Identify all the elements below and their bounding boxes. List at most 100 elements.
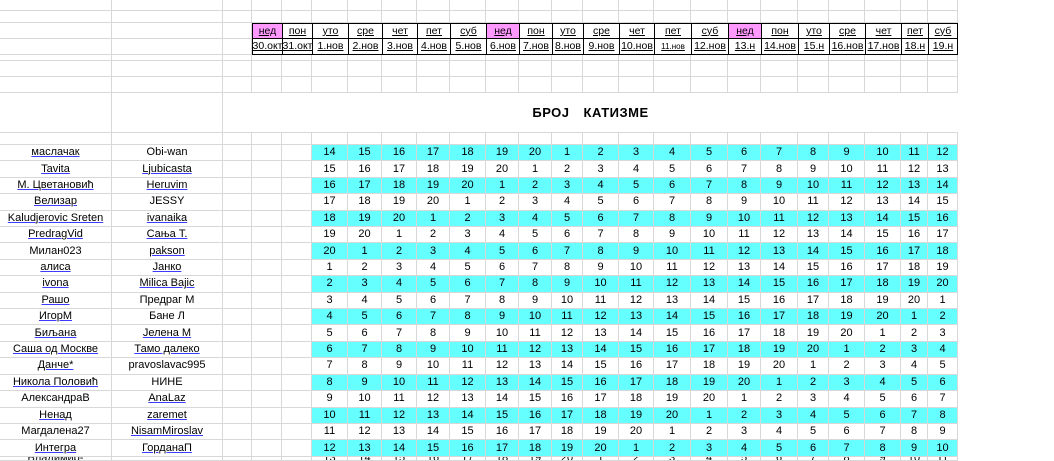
kathisma-value[interactable]: 2 <box>583 145 619 162</box>
date-header[interactable]: 12.нов <box>691 39 728 55</box>
kathisma-value[interactable]: 4 <box>417 259 450 277</box>
kathisma-value[interactable]: 3 <box>583 161 619 178</box>
empty-cell[interactable] <box>252 440 282 457</box>
kathisma-value[interactable]: 16 <box>761 292 798 310</box>
kathisma-value[interactable]: 2 <box>552 161 583 178</box>
grid-cell[interactable] <box>865 77 901 93</box>
kathisma-value[interactable]: 4 <box>519 210 552 228</box>
grid-cell[interactable] <box>450 77 486 93</box>
grid-cell[interactable] <box>798 11 829 23</box>
date-header[interactable]: 10.нов <box>619 39 654 55</box>
kathisma-value[interactable]: 8 <box>865 440 901 457</box>
grid-cell[interactable] <box>583 0 619 11</box>
kathisma-value[interactable]: 1 <box>829 341 865 359</box>
grid-cell[interactable] <box>583 11 619 23</box>
kathisma-value[interactable]: 2 <box>450 210 486 228</box>
kathisma-value[interactable]: 6 <box>761 456 798 461</box>
day-header[interactable]: суб <box>691 23 728 39</box>
kathisma-value[interactable]: 7 <box>519 259 552 277</box>
kathisma-value[interactable]: 14 <box>619 325 654 342</box>
grid-cell[interactable] <box>348 11 382 23</box>
kathisma-value[interactable]: 17 <box>654 358 691 375</box>
kathisma-value[interactable]: 18 <box>928 243 958 260</box>
date-header[interactable]: 17.нов <box>865 39 901 55</box>
participant-name[interactable]: Данче* <box>0 358 112 375</box>
kathisma-value[interactable]: 20 <box>761 358 798 375</box>
kathisma-value[interactable]: 1 <box>761 374 798 392</box>
participant-name-2[interactable]: Предраг М <box>112 292 223 310</box>
grid-cell[interactable] <box>654 61 691 77</box>
grid-cell[interactable] <box>0 77 112 93</box>
grid-cell[interactable] <box>691 133 728 145</box>
kathisma-value[interactable]: 2 <box>798 374 829 392</box>
kathisma-value[interactable]: 5 <box>928 358 958 375</box>
grid-cell[interactable] <box>901 133 928 145</box>
kathisma-value[interactable]: 8 <box>450 309 486 326</box>
kathisma-value[interactable]: 14 <box>865 210 901 228</box>
kathisma-value[interactable]: 20 <box>583 440 619 457</box>
grid-cell[interactable] <box>252 0 282 11</box>
participant-name-2[interactable]: pravoslavac995 <box>112 358 223 375</box>
kathisma-value[interactable]: 2 <box>901 325 928 342</box>
kathisma-value[interactable]: 1 <box>486 177 519 195</box>
grid-cell[interactable] <box>829 61 865 77</box>
kathisma-value[interactable]: 13 <box>901 177 928 195</box>
kathisma-value[interactable]: 9 <box>798 161 829 178</box>
participant-name[interactable]: Никола Половић <box>0 374 112 392</box>
grid-cell[interactable] <box>348 77 382 93</box>
empty-cell[interactable] <box>252 407 282 424</box>
empty-cell[interactable] <box>252 194 282 211</box>
participant-name[interactable]: Магдалена27 <box>0 423 112 441</box>
kathisma-value[interactable]: 9 <box>865 456 901 461</box>
grid-cell[interactable] <box>0 61 112 77</box>
kathisma-value[interactable]: 6 <box>829 423 865 441</box>
empty-cell[interactable] <box>252 456 282 461</box>
kathisma-value[interactable]: 19 <box>486 145 519 162</box>
kathisma-value[interactable]: 2 <box>761 391 798 408</box>
empty-cell[interactable] <box>252 325 282 342</box>
kathisma-value[interactable]: 18 <box>417 161 450 178</box>
grid-cell[interactable] <box>728 0 761 11</box>
date-header[interactable]: 9.нов <box>583 39 619 55</box>
kathisma-value[interactable]: 3 <box>761 407 798 424</box>
kathisma-value[interactable]: 4 <box>691 456 728 461</box>
kathisma-value[interactable]: 9 <box>450 325 486 342</box>
kathisma-value[interactable]: 18 <box>519 440 552 457</box>
kathisma-value[interactable]: 7 <box>654 194 691 211</box>
kathisma-value[interactable]: 19 <box>519 456 552 461</box>
kathisma-value[interactable]: 20 <box>348 227 382 244</box>
kathisma-value[interactable]: 12 <box>382 407 417 424</box>
grid-cell[interactable] <box>761 0 798 11</box>
empty-cell[interactable] <box>282 309 312 326</box>
grid-cell[interactable] <box>928 133 958 145</box>
kathisma-value[interactable]: 7 <box>312 358 348 375</box>
grid-cell[interactable] <box>450 11 486 23</box>
grid-cell[interactable] <box>486 61 519 77</box>
empty-cell[interactable] <box>252 358 282 375</box>
day-header[interactable]: сре <box>348 23 382 39</box>
grid-cell[interactable] <box>761 77 798 93</box>
day-header[interactable]: нед <box>486 23 519 39</box>
kathisma-value[interactable]: 9 <box>654 227 691 244</box>
kathisma-value[interactable]: 3 <box>348 276 382 293</box>
participant-name[interactable]: Милан023 <box>0 243 112 260</box>
date-header[interactable]: 8.нов <box>552 39 583 55</box>
kathisma-value[interactable]: 3 <box>486 210 519 228</box>
kathisma-value[interactable]: 17 <box>691 341 728 359</box>
grid-cell[interactable] <box>552 61 583 77</box>
empty-cell[interactable] <box>223 227 252 244</box>
grid-cell[interactable] <box>348 61 382 77</box>
participant-name-2[interactable]: Ljubicasta <box>112 161 223 178</box>
grid-cell[interactable] <box>312 61 348 77</box>
kathisma-value[interactable]: 19 <box>348 210 382 228</box>
participant-name-2[interactable]: zaremet <box>112 407 223 424</box>
grid-cell[interactable] <box>829 133 865 145</box>
kathisma-value[interactable]: 7 <box>761 145 798 162</box>
kathisma-value[interactable]: 5 <box>654 161 691 178</box>
kathisma-value[interactable]: 9 <box>901 440 928 457</box>
day-header[interactable]: уто <box>312 23 348 39</box>
grid-cell[interactable] <box>865 61 901 77</box>
kathisma-value[interactable]: 15 <box>901 210 928 228</box>
kathisma-value[interactable]: 9 <box>486 309 519 326</box>
kathisma-value[interactable]: 7 <box>450 292 486 310</box>
